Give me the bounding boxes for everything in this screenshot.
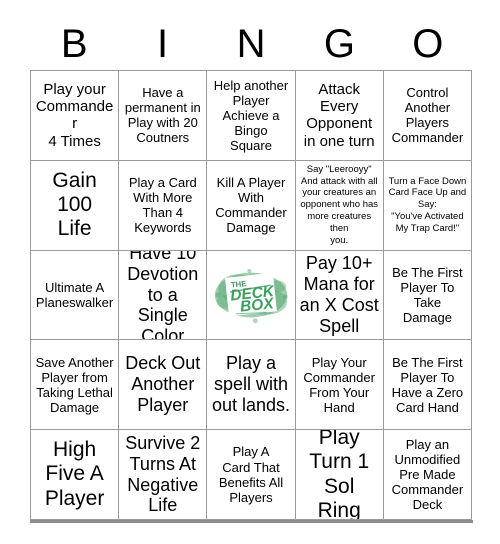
bingo-square-text: Ultimate A Planeswalker [35,279,114,310]
bingo-square-n5[interactable]: Play A Card That Benefits All Players [207,430,296,520]
bingo-header-row: B I N G O [30,18,472,70]
bingo-square-g3[interactable]: Pay 10+ Mana for an X Cost Spell [295,250,384,341]
bingo-square-text: Play an Unmodified Pre Made Commander De… [391,436,464,513]
bingo-square-i4[interactable]: Deck Out Another Player [119,340,208,431]
bingo-square-o3[interactable]: Be The First Player To Take Damage [383,250,472,341]
bingo-square-b3[interactable]: Ultimate A Planeswalker [31,250,120,341]
bingo-square-text: Have 10 Devotion to a Single Color [127,250,199,341]
bingo-square-text: Say "Leerooyy" And attack with all your … [300,163,379,246]
bingo-square-text: Play a Card With More Than 4 Keywords [128,175,197,236]
bingo-square-n4[interactable]: Play a spell with out lands. [207,340,296,431]
bingo-square-text: Attack Every Opponent in one turn [303,80,375,150]
bingo-square-text: Play Your Commander From Your Hand [303,354,375,415]
bingo-square-o5[interactable]: Play an Unmodified Pre Made Commander De… [383,430,472,520]
bingo-square-o1[interactable]: Control Another Players Commander [383,71,472,161]
bingo-square-text: Survive 2 Turns At Negative Life [125,432,201,516]
the-deck-box-logo-icon: THE DECK BOX [214,268,288,324]
bingo-square-text: Save Another Player from Taking Lethal D… [35,354,114,415]
bingo-square-text: Control Another Players Commander [391,85,464,146]
bingo-square-i2[interactable]: Play a Card With More Than 4 Keywords [119,160,208,251]
card-bottom-rule [30,520,473,523]
bingo-free-space-logo-cell[interactable]: THE DECK BOX [207,250,296,341]
bingo-square-text: Play A Card That Benefits All Players [218,444,284,505]
bingo-square-text: Play your Commander 4 Times [35,80,114,150]
bingo-square-text: Gain 100 Life [52,168,97,241]
bingo-square-text: Be The First Player To Have a Zero Card … [391,354,464,415]
bingo-square-text: Have a permanent in Play with 20 Coutner… [124,85,201,146]
bingo-square-n2[interactable]: Kill A Player With Commander Damage [207,160,296,251]
bingo-grid: Play your Commander 4 Times Have a perman… [30,70,472,520]
bingo-header-letter-n: N [236,22,266,66]
bingo-square-o4[interactable]: Be The First Player To Have a Zero Card … [383,340,472,431]
bingo-square-b2[interactable]: Gain 100 Life [31,160,120,251]
bingo-square-text: Help another Player Achieve a Bingo Squa… [213,77,289,154]
bingo-header-letter-g: G [323,22,355,66]
bingo-square-i1[interactable]: Have a permanent in Play with 20 Coutner… [119,71,208,161]
bingo-square-text: Kill A Player With Commander Damage [215,175,287,236]
bingo-square-b1[interactable]: Play your Commander 4 Times [31,71,120,161]
bingo-square-g5[interactable]: Play Turn 1 Sol Ring [295,430,384,520]
bingo-square-text: Be The First Player To Take Damage [392,264,463,326]
bingo-square-text: Pay 10+ Mana for an X Cost Spell [299,253,379,336]
bingo-header-letter-b: B [60,22,88,66]
bingo-square-n1[interactable]: Help another Player Achieve a Bingo Squa… [207,71,296,161]
bingo-square-i5[interactable]: Survive 2 Turns At Negative Life [119,430,208,520]
bingo-square-b4[interactable]: Save Another Player from Taking Lethal D… [31,340,120,431]
bingo-square-text: Deck Out Another Player [125,353,201,416]
bingo-square-i3[interactable]: Have 10 Devotion to a Single Color [119,250,208,341]
bingo-square-b5[interactable]: High Five A Player [31,430,120,520]
logo-wrap: THE DECK BOX [207,251,294,340]
bingo-square-text: Play Turn 1 Sol Ring [309,430,370,520]
bingo-square-o2[interactable]: Turn a Face Down Card Face Up and Say: "… [383,160,472,251]
bingo-header-letter-i: I [157,22,169,66]
bingo-card: B I N G O Play your Commander 4 Times Hav… [0,0,500,544]
bingo-square-g2[interactable]: Say "Leerooyy" And attack with all your … [295,160,384,251]
bingo-square-text: Turn a Face Down Card Face Up and Say: "… [388,175,467,235]
bingo-header-letter-o: O [412,22,444,66]
bingo-square-g4[interactable]: Play Your Commander From Your Hand [295,340,384,431]
bingo-square-text: High Five A Player [44,438,105,510]
bingo-square-text: Play a spell with out lands. [211,353,291,416]
bingo-square-g1[interactable]: Attack Every Opponent in one turn [295,71,384,161]
